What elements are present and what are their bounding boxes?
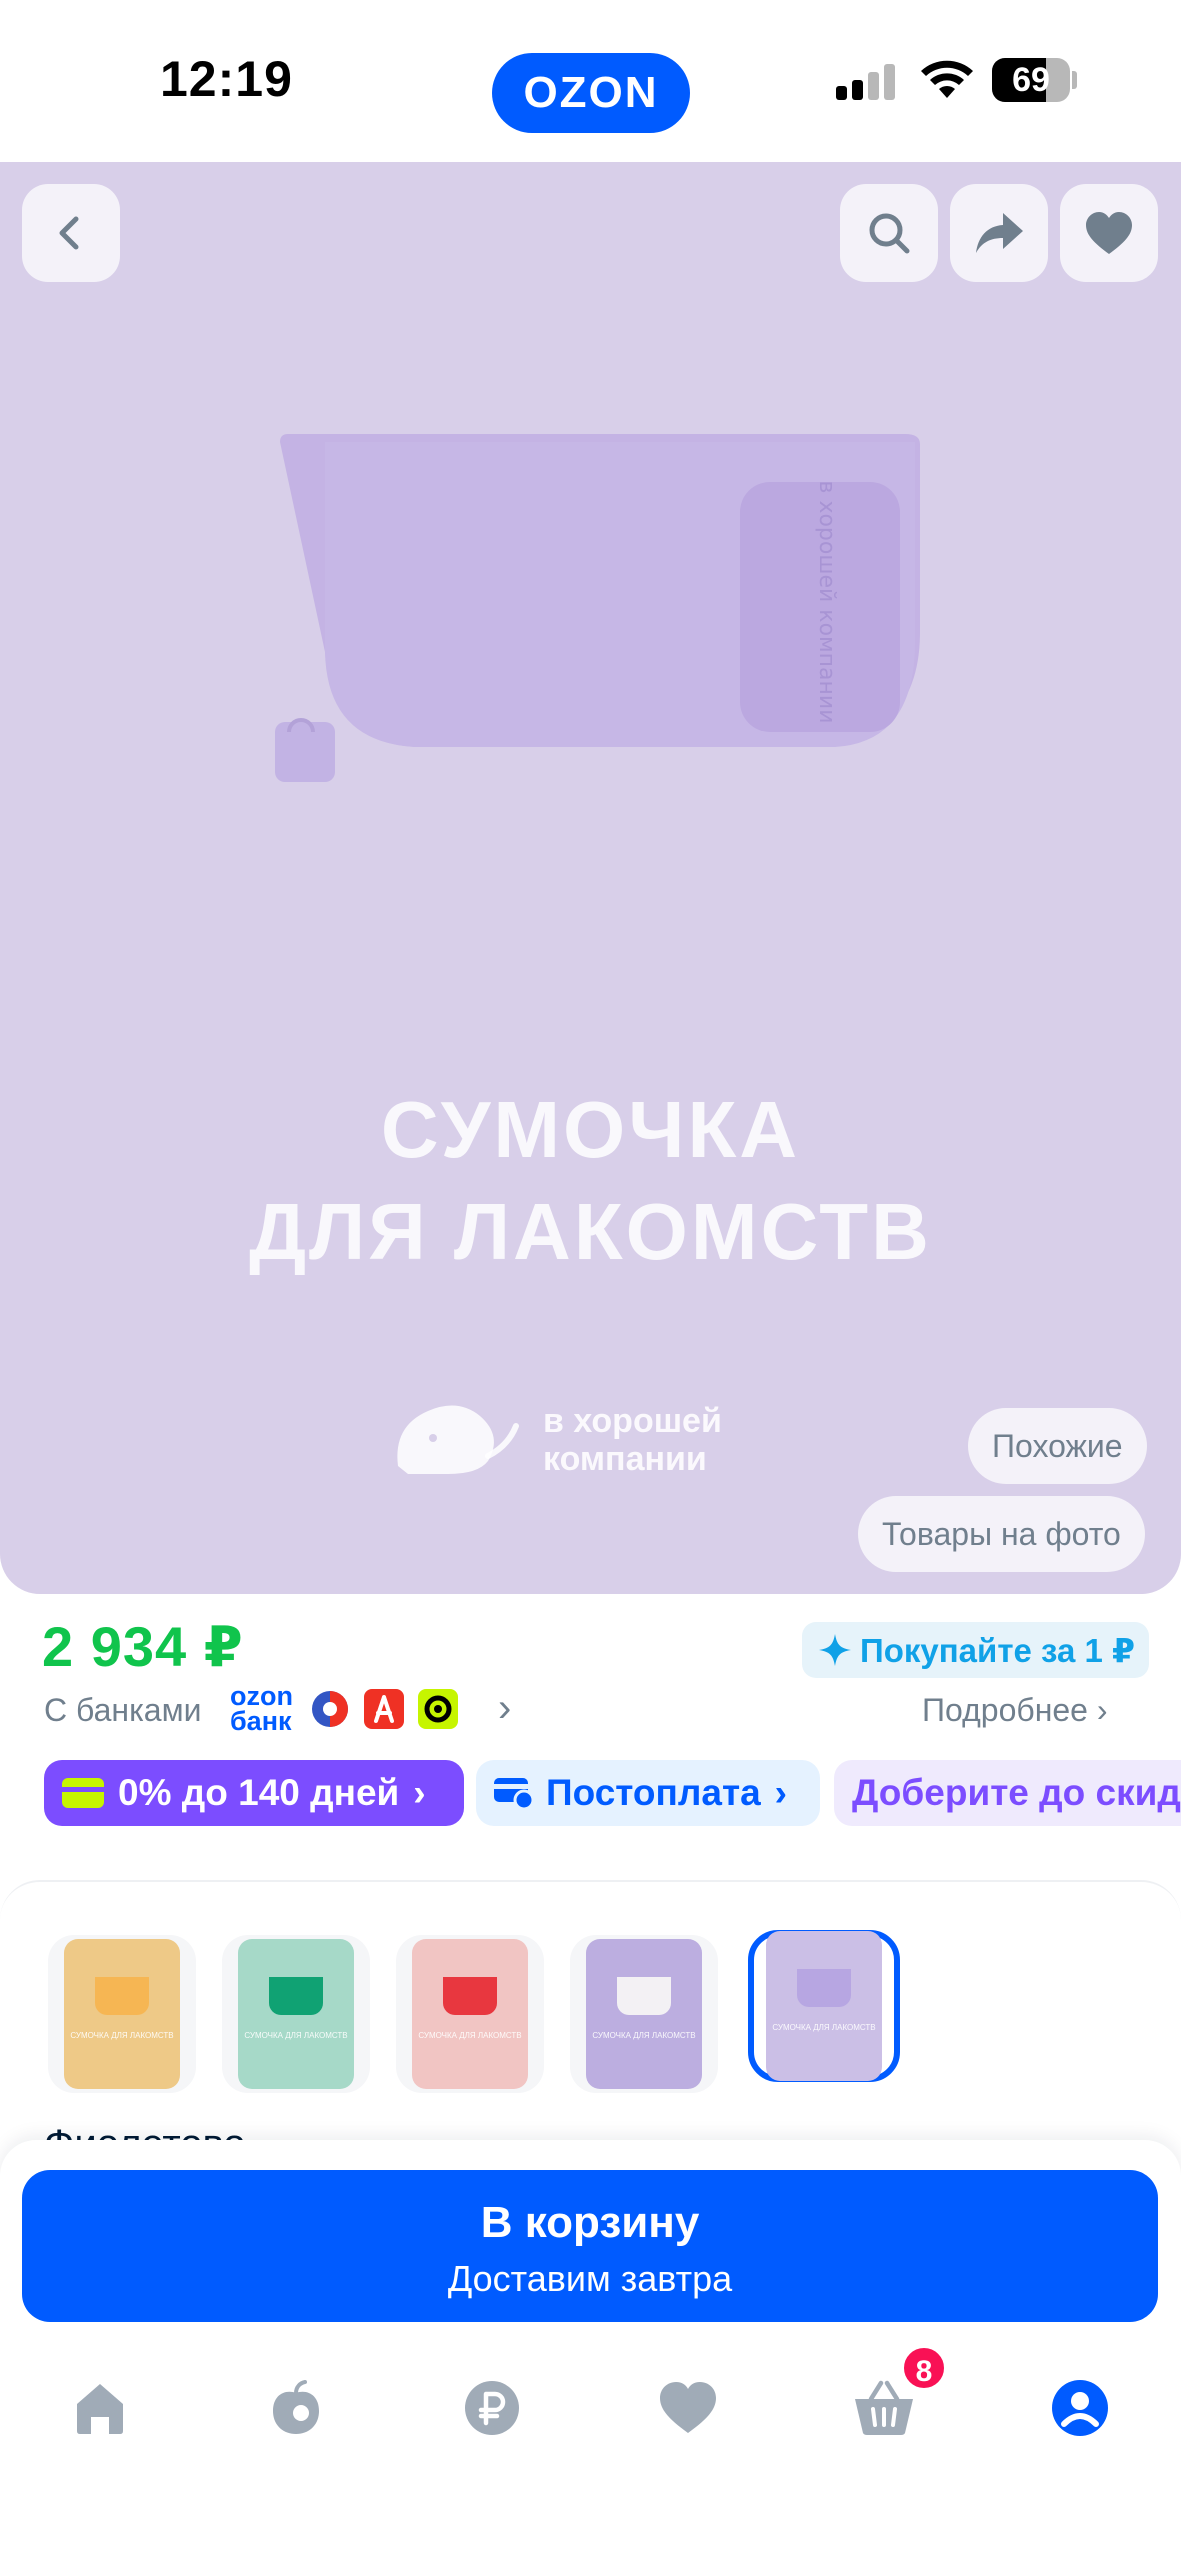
bank-logos[interactable]: ozon банк (230, 1681, 458, 1736)
bottom-nav (0, 2340, 1181, 2460)
svg-text:в хорошей компании: в хорошей компании (814, 480, 839, 723)
similar-chip[interactable]: Похожие (968, 1408, 1147, 1484)
heart-icon (1086, 212, 1132, 254)
favorites-icon (660, 2382, 716, 2433)
credit-pill[interactable]: 0% до 140 дней › (44, 1760, 464, 1826)
credit-pill-label: 0% до 140 дней (118, 1772, 400, 1813)
favorite-button[interactable] (1060, 184, 1158, 282)
buy-for-one-label: Покупайте за 1 ₽ (860, 1631, 1135, 1669)
swatch-caption: СУМОЧКА ДЛЯ ЛАКОМСТВ (244, 2031, 348, 2040)
wifi-icon (921, 60, 973, 98)
color-swatch[interactable]: СУМОЧКА ДЛЯ ЛАКОМСТВ (48, 1935, 196, 2093)
search-button[interactable] (840, 184, 938, 282)
back-icon (59, 216, 79, 250)
swatch-product-image: СУМОЧКА ДЛЯ ЛАКОМСТВ (412, 1939, 528, 2089)
swatch-product-image: СУМОЧКА ДЛЯ ЛАКОМСТВ (238, 1939, 354, 2089)
swatch-caption: СУМОЧКА ДЛЯ ЛАКОМСТВ (592, 2031, 696, 2040)
catalog-icon (273, 2380, 319, 2434)
mouse-logo-icon (397, 1405, 519, 1474)
bank-logo-green-icon (418, 1689, 458, 1729)
cart-icon (855, 2380, 913, 2435)
postpay-pill[interactable]: Постоплата › (476, 1760, 820, 1826)
swatch-bag-image (797, 1969, 851, 2007)
color-swatch[interactable]: СУМОЧКА ДЛЯ ЛАКОМСТВ (396, 1935, 544, 2093)
share-icon (976, 213, 1023, 253)
back-button[interactable] (22, 184, 120, 282)
profile-icon (1052, 2380, 1108, 2436)
battery-tip (1072, 71, 1077, 89)
banks-label: С банками (44, 1692, 202, 1728)
sparkle-icon (819, 1634, 851, 1666)
banks-chevron-icon[interactable]: › (498, 1686, 511, 1731)
color-variants: СУМОЧКА ДЛЯ ЛАКОМСТВ СУМОЧКА ДЛЯ ЛАКОМСТВ… (0, 1880, 1181, 2144)
swatch-caption: СУМОЧКА ДЛЯ ЛАКОМСТВ (772, 2023, 876, 2032)
color-swatch[interactable]: СУМОЧКА ДЛЯ ЛАКОМСТВ (222, 1935, 370, 2093)
chevron-right-icon: › (1096, 1692, 1108, 1728)
battery-icon: 69 (992, 58, 1070, 102)
cart-badge: 8 (900, 2344, 948, 2392)
swatch-bag-image (95, 1977, 149, 2015)
swatch-product-image: СУМОЧКА ДЛЯ ЛАКОМСТВ (64, 1939, 180, 2089)
card-clock-icon (494, 1778, 534, 1810)
discount-pill-label: Доберите до скидки (852, 1772, 1181, 1813)
add-to-cart-label: В корзину (480, 2198, 700, 2247)
status-time: 12:19 (160, 51, 293, 107)
ozon-logo[interactable]: OZON (492, 53, 690, 133)
swatch-product-image: СУМОЧКА ДЛЯ ЛАКОМСТВ (586, 1939, 702, 2089)
search-icon (869, 213, 910, 254)
nav-profile[interactable] (1040, 2368, 1120, 2448)
add-to-cart-button[interactable]: В корзину Доставим завтра (22, 2170, 1158, 2322)
bank-logo-red-icon (364, 1689, 404, 1729)
card-icon (62, 1778, 104, 1808)
postpay-pill-label: Постоплата (546, 1772, 761, 1813)
nav-finance[interactable] (452, 2368, 532, 2448)
swatch-bag-image (269, 1977, 323, 2015)
promo-title-line-1: СУМОЧКА (380, 1085, 801, 1174)
color-swatch[interactable]: СУМОЧКА ДЛЯ ЛАКОМСТВ (570, 1935, 718, 2093)
swatch-bag-image (617, 1977, 671, 2015)
swatch-product-image: СУМОЧКА ДЛЯ ЛАКОМСТВ (766, 1931, 882, 2081)
home-icon (77, 2384, 123, 2434)
ozon-bank-logo: ozon банк (230, 1681, 293, 1736)
swatch-caption: СУМОЧКА ДЛЯ ЛАКОМСТВ (70, 2031, 174, 2040)
chevron-right-icon: › (774, 1772, 787, 1813)
share-button[interactable] (950, 184, 1048, 282)
nav-favorites[interactable] (648, 2368, 728, 2448)
promo-title-line-2: ДЛЯ ЛАКОМСТВ (249, 1187, 932, 1276)
more-link-label: Подробнее (922, 1692, 1088, 1728)
bottom-dock: В корзину Доставим завтра (0, 2140, 1181, 2560)
brand-line-2: компании (543, 1440, 707, 1478)
swatch-bag-image (443, 1977, 497, 2015)
buy-for-one-button[interactable]: Покупайте за 1 ₽ (802, 1622, 1149, 1678)
nav-catalog[interactable] (256, 2368, 336, 2448)
ruble-icon (465, 2381, 519, 2435)
brand-logo: в хорошей компании (388, 1386, 748, 1486)
price: 2 934 ₽ (42, 1615, 244, 1678)
product-gallery[interactable]: в хорошей компании СУМОЧКА ДЛЯ ЛАКОМСТВ … (0, 162, 1181, 1594)
swatch-caption: СУМОЧКА ДЛЯ ЛАКОМСТВ (418, 2031, 522, 2040)
status-bar: 12:19 OZON 69 (0, 0, 1181, 162)
bank-logo-blue-red-icon (312, 1691, 348, 1727)
color-swatch[interactable]: СУМОЧКА ДЛЯ ЛАКОМСТВ (748, 1930, 900, 2082)
more-link[interactable]: Подробнее › (922, 1692, 1108, 1729)
chevron-right-icon: › (413, 1772, 426, 1813)
battery-level: 69 (1012, 61, 1050, 99)
delivery-label: Доставим завтра (447, 2258, 733, 2299)
nav-home[interactable] (60, 2368, 140, 2448)
product-image: в хорошей компании (275, 434, 920, 782)
photo-goods-chip[interactable]: Товары на фото (858, 1496, 1145, 1572)
cellular-signal-icon (836, 62, 900, 100)
brand-line-1: в хорошей (543, 1402, 722, 1440)
price-block: 2 934 ₽ Покупайте за 1 ₽ С банками ozon … (0, 1594, 1181, 1864)
discount-pill[interactable]: Доберите до скидки (834, 1760, 1181, 1826)
